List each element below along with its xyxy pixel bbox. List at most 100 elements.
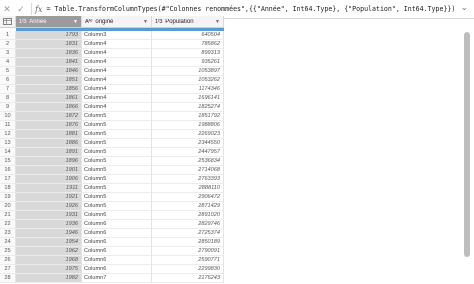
cell-origine[interactable]: Column5 (82, 184, 152, 193)
cell-origine[interactable]: Column7 (82, 274, 152, 283)
table-row[interactable]: 25 1962 Column6 2790091 (0, 247, 230, 256)
cell-annee[interactable]: 1866 (16, 103, 82, 112)
chevron-down-icon[interactable]: ▼ (143, 19, 148, 25)
row-number[interactable]: 26 (0, 256, 16, 265)
cell-population[interactable]: 2891020 (152, 211, 224, 220)
row-number[interactable]: 27 (0, 265, 16, 274)
row-number[interactable]: 6 (0, 76, 16, 85)
table-row[interactable]: 23 1946 Column6 2725374 (0, 229, 230, 238)
cell-annee[interactable]: 1982 (16, 274, 82, 283)
row-number[interactable]: 7 (0, 85, 16, 94)
row-number[interactable]: 14 (0, 148, 16, 157)
row-number[interactable]: 18 (0, 184, 16, 193)
vertical-scrollbar[interactable] (464, 32, 470, 257)
table-row[interactable]: 6 1851 Column4 1053262 (0, 76, 230, 85)
cell-annee[interactable]: 1975 (16, 265, 82, 274)
cell-origine[interactable]: Column5 (82, 139, 152, 148)
table-row[interactable]: 16 1901 Column5 2714068 (0, 166, 230, 175)
cell-annee[interactable]: 1861 (16, 94, 82, 103)
cell-origine[interactable]: Column6 (82, 229, 152, 238)
cell-population[interactable]: 2725374 (152, 229, 224, 238)
expand-formula-icon[interactable]: ⌄ (460, 2, 468, 13)
table-row[interactable]: 28 1982 Column7 2176243 (0, 274, 230, 283)
cell-annee[interactable]: 1886 (16, 139, 82, 148)
table-row[interactable]: 1 1793 Column3 640504 (0, 31, 230, 40)
row-number[interactable]: 12 (0, 130, 16, 139)
row-number[interactable]: 2 (0, 40, 16, 49)
formula-input[interactable]: = Table.TransformColumnTypes(#"Colonnes … (46, 5, 455, 13)
integer-type-icon[interactable]: 1²3 (19, 19, 26, 25)
cell-origine[interactable]: Column5 (82, 157, 152, 166)
cell-origine[interactable]: Column4 (82, 76, 152, 85)
cell-annee[interactable]: 1901 (16, 166, 82, 175)
row-number[interactable]: 21 (0, 211, 16, 220)
chevron-down-icon[interactable]: ▼ (73, 19, 78, 25)
row-number[interactable]: 8 (0, 94, 16, 103)
row-number[interactable]: 28 (0, 274, 16, 283)
commit-icon[interactable]: ✓ (14, 1, 28, 17)
cancel-icon[interactable]: ✕ (0, 1, 14, 17)
row-number[interactable]: 15 (0, 157, 16, 166)
table-row[interactable]: 22 1936 Column6 2829746 (0, 220, 230, 229)
text-type-icon[interactable]: Aᴬᶜ (85, 19, 93, 25)
table-row[interactable]: 2 1831 Column4 785862 (0, 40, 230, 49)
cell-annee[interactable]: 1946 (16, 229, 82, 238)
row-number[interactable]: 23 (0, 229, 16, 238)
cell-population[interactable]: 2850189 (152, 238, 224, 247)
cell-population[interactable]: 2447957 (152, 148, 224, 157)
table-row[interactable]: 8 1861 Column4 1696141 (0, 94, 230, 103)
cell-annee[interactable]: 1896 (16, 157, 82, 166)
cell-population[interactable]: 2714068 (152, 166, 224, 175)
table-row[interactable]: 19 1921 Column5 2906472 (0, 193, 230, 202)
row-number[interactable]: 4 (0, 58, 16, 67)
cell-annee[interactable]: 1891 (16, 148, 82, 157)
cell-origine[interactable]: Column5 (82, 148, 152, 157)
row-number[interactable]: 19 (0, 193, 16, 202)
row-number[interactable]: 16 (0, 166, 16, 175)
cell-origine[interactable]: Column4 (82, 40, 152, 49)
cell-annee[interactable]: 1881 (16, 130, 82, 139)
table-row[interactable]: 14 1891 Column5 2447957 (0, 148, 230, 157)
cell-origine[interactable]: Column5 (82, 112, 152, 121)
cell-origine[interactable]: Column4 (82, 58, 152, 67)
cell-population[interactable]: 2906472 (152, 193, 224, 202)
cell-origine[interactable]: Column5 (82, 193, 152, 202)
cell-annee[interactable]: 1851 (16, 76, 82, 85)
cell-population[interactable]: 1053897 (152, 67, 224, 76)
cell-population[interactable]: 785862 (152, 40, 224, 49)
row-number[interactable]: 22 (0, 220, 16, 229)
row-number[interactable]: 25 (0, 247, 16, 256)
cell-origine[interactable]: Column6 (82, 265, 152, 274)
table-row[interactable]: 15 1896 Column5 2536834 (0, 157, 230, 166)
cell-origine[interactable]: Column4 (82, 103, 152, 112)
cell-annee[interactable]: 1921 (16, 193, 82, 202)
cell-origine[interactable]: Column5 (82, 121, 152, 130)
table-row[interactable]: 17 1906 Column5 2763393 (0, 175, 230, 184)
cell-annee[interactable]: 1911 (16, 184, 82, 193)
cell-origine[interactable]: Column4 (82, 49, 152, 58)
table-row[interactable]: 13 1886 Column5 2344550 (0, 139, 230, 148)
cell-population[interactable]: 935261 (152, 58, 224, 67)
cell-annee[interactable]: 1931 (16, 211, 82, 220)
cell-annee[interactable]: 1856 (16, 85, 82, 94)
cell-origine[interactable]: Column6 (82, 211, 152, 220)
cell-population[interactable]: 2829746 (152, 220, 224, 229)
table-row[interactable]: 5 1846 Column4 1053897 (0, 67, 230, 76)
column-header-annee[interactable]: 1²3 Année ▼ (16, 16, 82, 28)
cell-origine[interactable]: Column3 (82, 31, 152, 40)
integer-type-icon[interactable]: 1²3 (155, 19, 162, 25)
cell-population[interactable]: 1825274 (152, 103, 224, 112)
cell-population[interactable]: 2344550 (152, 139, 224, 148)
cell-origine[interactable]: Column4 (82, 94, 152, 103)
row-number[interactable]: 11 (0, 121, 16, 130)
cell-origine[interactable]: Column5 (82, 202, 152, 211)
cell-annee[interactable]: 1936 (16, 220, 82, 229)
cell-population[interactable]: 1174346 (152, 85, 224, 94)
cell-origine[interactable]: Column5 (82, 130, 152, 139)
cell-population[interactable]: 2790091 (152, 247, 224, 256)
column-header-origine[interactable]: Aᴬᶜ origine ▼ (82, 16, 152, 28)
row-number[interactable]: 9 (0, 103, 16, 112)
cell-origine[interactable]: Column6 (82, 247, 152, 256)
table-row[interactable]: 18 1911 Column5 2888110 (0, 184, 230, 193)
cell-population[interactable]: 2299830 (152, 265, 224, 274)
